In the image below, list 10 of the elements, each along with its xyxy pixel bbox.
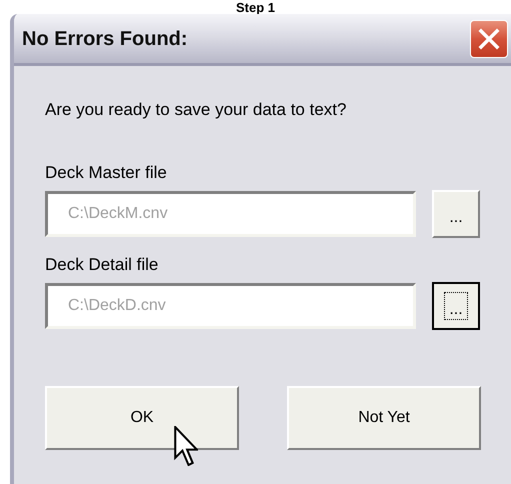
dialog-button[interactable]: OK (45, 386, 239, 450)
field-label: Deck Detail file (45, 254, 160, 276)
step-caption: Step 1 (236, 1, 275, 14)
prompt-text: Are you ready to save your data to text? (45, 99, 348, 121)
close-button[interactable] (470, 20, 508, 58)
dialog-button[interactable]: Not Yet (287, 386, 481, 450)
window-title: No Errors Found: (22, 26, 188, 52)
field-label: Deck Master file (45, 162, 168, 184)
close-icon (477, 26, 501, 50)
cursor-icon (174, 426, 198, 466)
